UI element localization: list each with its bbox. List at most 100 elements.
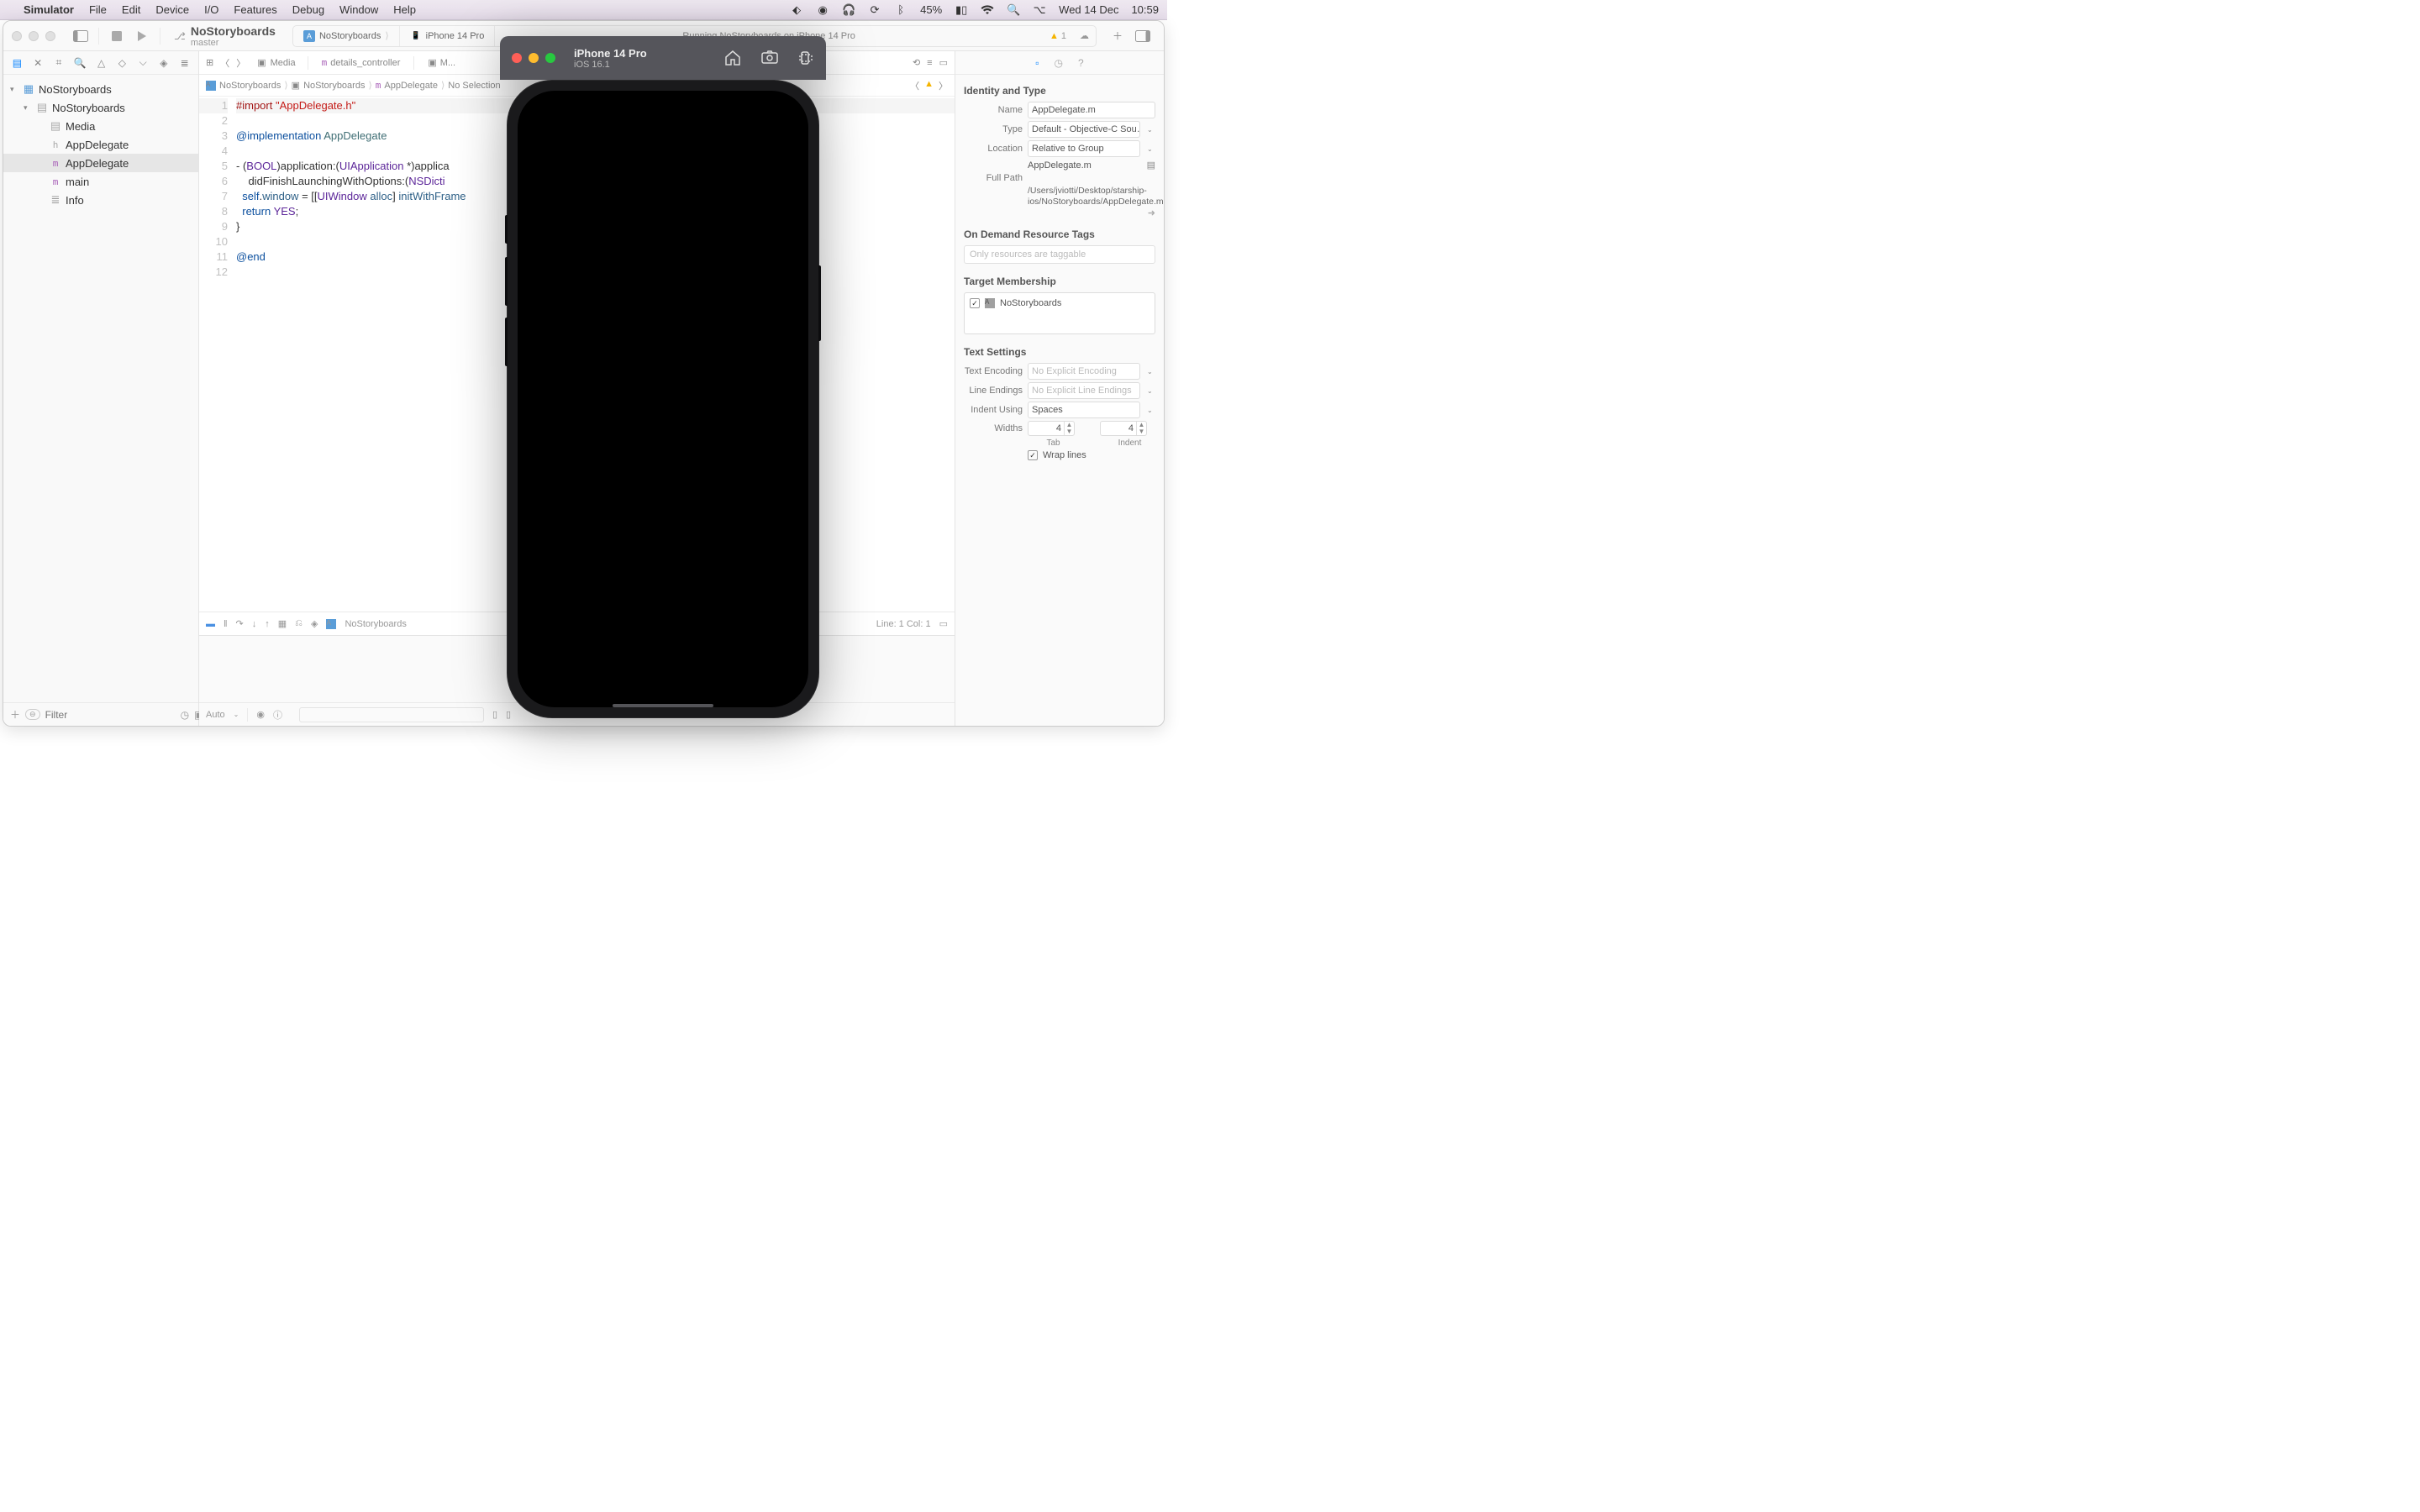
issue-nav-icon[interactable]: △	[96, 57, 107, 69]
filter-scope-icon[interactable]: ⊖	[25, 709, 40, 720]
menubar-date[interactable]: Wed 14 Dec	[1059, 3, 1118, 16]
test-nav-icon[interactable]: ◇	[117, 57, 128, 69]
menubar-item[interactable]: I/O	[204, 3, 218, 16]
minimize-button[interactable]	[529, 53, 539, 63]
refresh-icon[interactable]: ⟲	[913, 57, 920, 68]
console-left-icon[interactable]: ▯	[492, 709, 497, 720]
prev-issue-icon[interactable]: 〈	[910, 79, 919, 92]
encoding-select[interactable]: No Explicit Encoding	[1028, 363, 1140, 380]
menubar-item[interactable]: Debug	[292, 3, 324, 16]
control-center-icon[interactable]: ⌥	[1033, 3, 1046, 17]
mute-switch[interactable]	[505, 215, 508, 244]
find-nav-icon[interactable]: 🔍	[74, 57, 86, 69]
menubar-item[interactable]: File	[89, 3, 107, 16]
info-icon[interactable]: ⓘ	[273, 708, 282, 722]
debug-view-icon[interactable]: ▦	[278, 618, 287, 629]
minimize-button[interactable]	[29, 31, 39, 41]
battery-percent[interactable]: 45%	[920, 3, 942, 16]
indent-using-select[interactable]: Spaces	[1028, 402, 1140, 418]
recent-filter-icon[interactable]: ◷	[181, 709, 189, 721]
spotlight-icon[interactable]: 🔍	[1007, 3, 1020, 17]
home-icon[interactable]	[723, 50, 742, 66]
run-button[interactable]	[132, 26, 152, 46]
cloud-status-icon[interactable]: ☁︎	[1073, 30, 1096, 41]
branch-name[interactable]: master	[191, 38, 276, 48]
volume-up-button[interactable]	[505, 257, 508, 306]
source-control-nav-icon[interactable]: ✕	[33, 57, 44, 69]
stop-button[interactable]	[107, 26, 127, 46]
name-field[interactable]: AppDelegate.m	[1028, 102, 1155, 118]
breakpoint-nav-icon[interactable]: ◈	[159, 57, 170, 69]
reveal-in-finder-icon[interactable]: ➜	[964, 207, 1155, 218]
adjust-editor-icon[interactable]: ▭	[939, 57, 948, 68]
back-icon[interactable]: 〈	[220, 56, 229, 70]
target-checkbox[interactable]: ✓	[970, 298, 980, 308]
file-inspector-icon[interactable]: ▫︎	[1035, 57, 1039, 69]
tree-row[interactable]: ▾▦NoStoryboards	[3, 80, 198, 98]
forward-icon[interactable]: 〉	[236, 56, 245, 70]
tree-row[interactable]: mAppDelegate	[3, 154, 198, 172]
scheme-tab[interactable]: ANoStoryboards ⟩	[293, 26, 400, 46]
bluetooth-icon[interactable]: ᛒ	[894, 3, 908, 17]
step-over-icon[interactable]: ↷	[236, 618, 244, 629]
debug-loc-icon[interactable]: ◈	[311, 618, 318, 629]
device-screen[interactable]	[518, 91, 808, 707]
step-in-icon[interactable]: ↓	[252, 619, 257, 629]
quicklook-icon[interactable]: ◉	[256, 709, 265, 720]
line-endings-select[interactable]: No Explicit Line Endings	[1028, 382, 1140, 399]
zoom-button[interactable]	[545, 53, 555, 63]
wrap-lines-checkbox[interactable]: ✓	[1028, 450, 1038, 460]
menubar-item[interactable]: Device	[155, 3, 189, 16]
filter-input[interactable]	[45, 709, 176, 721]
menubar-time[interactable]: 10:59	[1131, 3, 1159, 16]
report-nav-icon[interactable]: ≣	[179, 57, 190, 69]
related-items-icon[interactable]: ⊞	[206, 57, 213, 68]
project-nav-icon[interactable]: ▤	[12, 57, 23, 69]
close-button[interactable]	[12, 31, 22, 41]
tree-row[interactable]: ≣Info	[3, 191, 198, 209]
close-button[interactable]	[512, 53, 522, 63]
menubar-app-name[interactable]: Simulator	[24, 3, 74, 16]
minimap-icon[interactable]: ≡	[927, 58, 932, 68]
crumb[interactable]: mAppDelegate	[376, 80, 438, 91]
variables-view-label[interactable]: Auto	[206, 710, 225, 720]
location-select[interactable]: Relative to Group	[1028, 140, 1140, 157]
menubar-item[interactable]: Features	[234, 3, 276, 16]
editor-tab[interactable]: ▣M...	[421, 55, 462, 71]
issue-icon[interactable]: ▲	[924, 79, 934, 92]
rotate-icon[interactable]	[797, 50, 814, 66]
next-issue-icon[interactable]: 〉	[939, 79, 948, 92]
library-icon[interactable]	[1133, 26, 1153, 46]
symbol-nav-icon[interactable]: ⌗	[54, 56, 65, 69]
battery-icon[interactable]: ▮▯	[955, 3, 968, 17]
screenshot-icon[interactable]	[760, 50, 779, 66]
home-indicator[interactable]	[613, 704, 713, 707]
crumb[interactable]: ANoStoryboards	[206, 81, 281, 91]
tree-row[interactable]: ▤Media	[3, 117, 198, 135]
filter-input[interactable]	[299, 707, 484, 722]
add-icon[interactable]: ＋	[10, 707, 20, 722]
breakpoint-toggle-icon[interactable]: ▬	[206, 619, 215, 629]
crumb[interactable]: No Selection	[448, 81, 500, 91]
type-select[interactable]: Default - Objective-C Sou…	[1028, 121, 1140, 138]
editor-scheme[interactable]: ▣Media	[252, 57, 300, 68]
wifi-icon[interactable]	[981, 3, 994, 17]
tab-width-stepper[interactable]: 4▲▼	[1028, 421, 1075, 436]
debug-target[interactable]: NoStoryboards	[345, 619, 406, 629]
record-icon[interactable]: ◉	[816, 3, 829, 17]
toggle-navigator-icon[interactable]	[71, 26, 91, 46]
editor-tab[interactable]: mdetails_controller	[315, 55, 408, 71]
step-out-icon[interactable]: ↑	[265, 619, 270, 629]
zoom-button[interactable]	[45, 31, 55, 41]
warning-badge[interactable]: ▲1	[1043, 31, 1073, 41]
history-inspector-icon[interactable]: ◷	[1055, 57, 1063, 69]
pause-icon[interactable]: ‖	[224, 619, 228, 629]
headphones-icon[interactable]: 🎧	[842, 3, 855, 17]
crumb[interactable]: ▣NoStoryboards	[292, 80, 366, 91]
help-inspector-icon[interactable]: ?	[1078, 57, 1084, 69]
debug-nav-icon[interactable]: ⌵	[138, 56, 149, 69]
tree-row[interactable]: mmain	[3, 172, 198, 191]
menubar-item[interactable]: Help	[393, 3, 416, 16]
dropbox-icon[interactable]: ⬖	[790, 3, 803, 17]
debug-memory-icon[interactable]: ⎌	[295, 618, 302, 629]
